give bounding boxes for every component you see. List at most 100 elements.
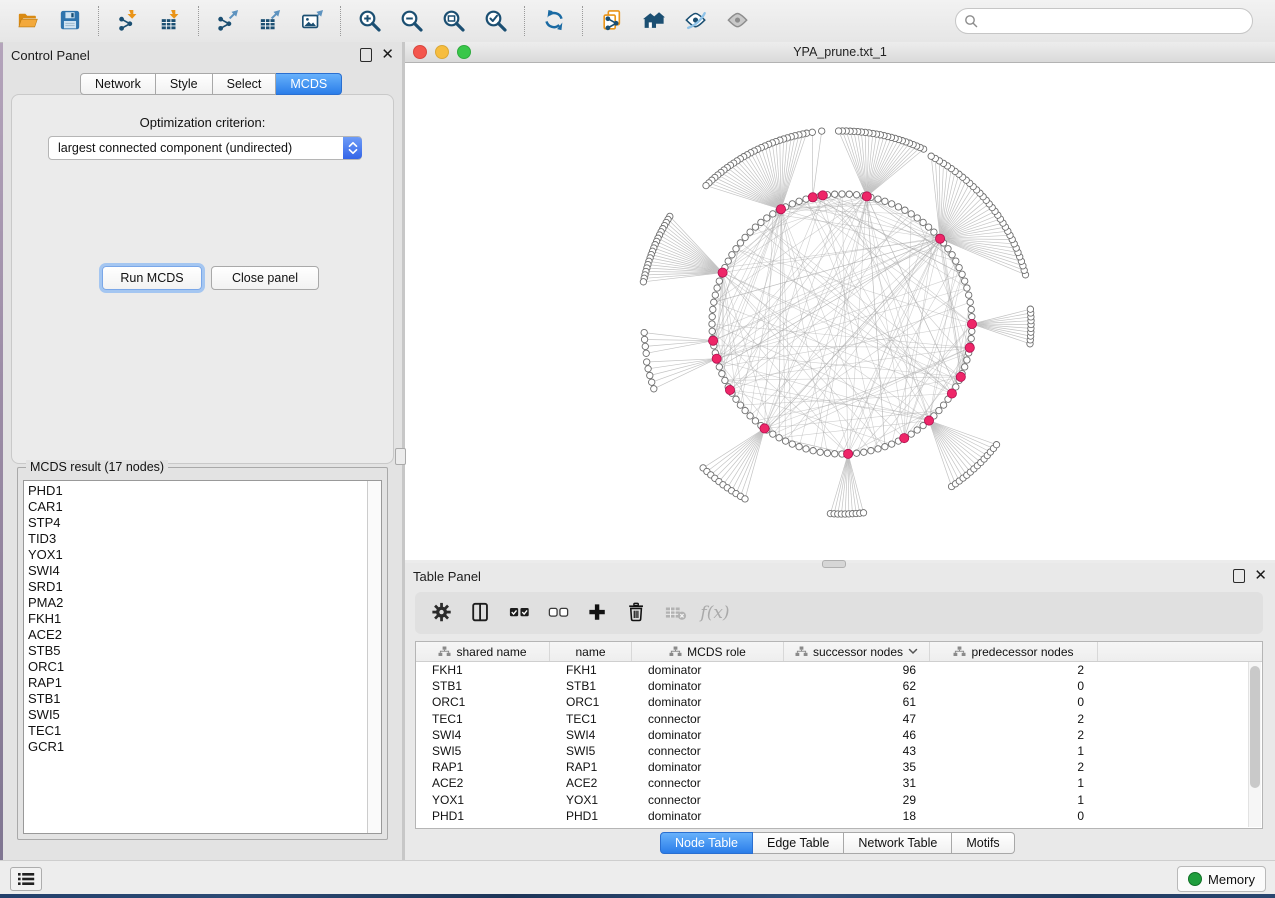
- table-row[interactable]: STB1STB1dominator620: [416, 678, 1262, 694]
- first-neighbors-button[interactable]: [637, 5, 671, 37]
- cell-predecessor-nodes[interactable]: 1: [930, 744, 1098, 758]
- table-row[interactable]: SWI4SWI4dominator462: [416, 727, 1262, 743]
- table-scrollbar[interactable]: [1248, 662, 1261, 827]
- cell-shared-name[interactable]: STB1: [416, 679, 550, 693]
- mcds-list-scrollbar[interactable]: [367, 481, 381, 833]
- cell-MCDS-role[interactable]: dominator: [632, 728, 784, 742]
- cell-predecessor-nodes[interactable]: 1: [930, 776, 1098, 790]
- select-all-button[interactable]: [506, 599, 534, 627]
- tab-network-table[interactable]: Network Table: [844, 832, 952, 854]
- table-row[interactable]: RAP1RAP1dominator352: [416, 759, 1262, 775]
- cell-successor-nodes[interactable]: 47: [784, 712, 930, 726]
- hide-selected-button[interactable]: [679, 5, 713, 37]
- search-box[interactable]: [955, 8, 1253, 34]
- mcds-result-item[interactable]: ACE2: [28, 627, 381, 643]
- cell-MCDS-role[interactable]: dominator: [632, 809, 784, 823]
- cell-shared-name[interactable]: RAP1: [416, 760, 550, 774]
- zoom-in-button[interactable]: [353, 5, 387, 37]
- float-window-icon[interactable]: [360, 48, 372, 62]
- cell-MCDS-role[interactable]: connector: [632, 712, 784, 726]
- panel-list-button[interactable]: [10, 867, 42, 891]
- columns-button[interactable]: [467, 599, 495, 627]
- cell-predecessor-nodes[interactable]: 0: [930, 679, 1098, 693]
- float-window-icon[interactable]: [1233, 569, 1245, 583]
- cell-shared-name[interactable]: PHD1: [416, 809, 550, 823]
- duplicate-network-button[interactable]: [595, 5, 629, 37]
- table-row[interactable]: SWI5SWI5connector431: [416, 743, 1262, 759]
- cell-MCDS-role[interactable]: connector: [632, 744, 784, 758]
- search-input[interactable]: [978, 13, 1244, 29]
- cell-name[interactable]: YOX1: [550, 793, 632, 807]
- table-row[interactable]: ACE2ACE2connector311: [416, 775, 1262, 791]
- settings-button[interactable]: [428, 599, 456, 627]
- cell-MCDS-role[interactable]: connector: [632, 793, 784, 807]
- add-button[interactable]: [584, 599, 612, 627]
- export-network-button[interactable]: [211, 5, 245, 37]
- run-mcds-button[interactable]: Run MCDS: [102, 266, 202, 290]
- cell-shared-name[interactable]: ORC1: [416, 695, 550, 709]
- deselect-all-button[interactable]: [545, 599, 573, 627]
- mcds-result-item[interactable]: GCR1: [28, 739, 381, 755]
- cell-shared-name[interactable]: SWI5: [416, 744, 550, 758]
- cell-shared-name[interactable]: ACE2: [416, 776, 550, 790]
- mcds-result-item[interactable]: TEC1: [28, 723, 381, 739]
- column-header-MCDS-role[interactable]: MCDS role: [632, 642, 784, 661]
- close-panel-icon[interactable]: ✕: [1254, 571, 1267, 581]
- save-session-button[interactable]: [53, 5, 87, 37]
- mcds-result-item[interactable]: PMA2: [28, 595, 381, 611]
- cell-successor-nodes[interactable]: 96: [784, 663, 930, 677]
- cell-successor-nodes[interactable]: 31: [784, 776, 930, 790]
- mcds-result-item[interactable]: ORC1: [28, 659, 381, 675]
- cell-successor-nodes[interactable]: 43: [784, 744, 930, 758]
- mcds-result-item[interactable]: SWI5: [28, 707, 381, 723]
- tab-mcds[interactable]: MCDS: [276, 73, 342, 95]
- cell-MCDS-role[interactable]: dominator: [632, 663, 784, 677]
- column-header-successor-nodes[interactable]: successor nodes: [784, 642, 930, 661]
- column-header-predecessor-nodes[interactable]: predecessor nodes: [930, 642, 1098, 661]
- cell-name[interactable]: STB1: [550, 679, 632, 693]
- open-file-button[interactable]: [11, 5, 45, 37]
- cell-successor-nodes[interactable]: 62: [784, 679, 930, 693]
- network-canvas[interactable]: [405, 63, 1275, 560]
- cell-shared-name[interactable]: FKH1: [416, 663, 550, 677]
- mcds-result-item[interactable]: SWI4: [28, 563, 381, 579]
- cell-predecessor-nodes[interactable]: 2: [930, 712, 1098, 726]
- mcds-result-item[interactable]: SRD1: [28, 579, 381, 595]
- mcds-result-item[interactable]: RAP1: [28, 675, 381, 691]
- cell-MCDS-role[interactable]: dominator: [632, 679, 784, 693]
- refresh-button[interactable]: [537, 5, 571, 37]
- cell-predecessor-nodes[interactable]: 2: [930, 728, 1098, 742]
- tab-network[interactable]: Network: [80, 73, 156, 95]
- cell-predecessor-nodes[interactable]: 1: [930, 793, 1098, 807]
- mcds-result-item[interactable]: STB5: [28, 643, 381, 659]
- export-image-button[interactable]: [295, 5, 329, 37]
- cell-name[interactable]: SWI5: [550, 744, 632, 758]
- tab-select[interactable]: Select: [213, 73, 277, 95]
- table-row[interactable]: PHD1PHD1dominator180: [416, 808, 1262, 824]
- cell-MCDS-role[interactable]: dominator: [632, 760, 784, 774]
- cell-predecessor-nodes[interactable]: 2: [930, 760, 1098, 774]
- mcds-result-list[interactable]: PHD1CAR1STP4TID3YOX1SWI4SRD1PMA2FKH1ACE2…: [23, 480, 382, 834]
- import-table-button[interactable]: [153, 5, 187, 37]
- cell-successor-nodes[interactable]: 61: [784, 695, 930, 709]
- cell-successor-nodes[interactable]: 18: [784, 809, 930, 823]
- network-graph[interactable]: [405, 63, 1275, 560]
- close-panel-button[interactable]: Close panel: [211, 266, 319, 290]
- vertical-splitter-handle[interactable]: [395, 448, 406, 465]
- cell-MCDS-role[interactable]: connector: [632, 776, 784, 790]
- mcds-result-item[interactable]: YOX1: [28, 547, 381, 563]
- tab-motifs[interactable]: Motifs: [952, 832, 1014, 854]
- cell-shared-name[interactable]: SWI4: [416, 728, 550, 742]
- cell-name[interactable]: TEC1: [550, 712, 632, 726]
- cell-name[interactable]: PHD1: [550, 809, 632, 823]
- cell-predecessor-nodes[interactable]: 2: [930, 663, 1098, 677]
- mcds-result-item[interactable]: CAR1: [28, 499, 381, 515]
- mcds-result-item[interactable]: STB1: [28, 691, 381, 707]
- export-table-button[interactable]: [253, 5, 287, 37]
- column-header-shared-name[interactable]: shared name: [416, 642, 550, 661]
- table-row[interactable]: TEC1TEC1connector472: [416, 711, 1262, 727]
- cell-shared-name[interactable]: YOX1: [416, 793, 550, 807]
- cell-name[interactable]: ACE2: [550, 776, 632, 790]
- import-network-button[interactable]: [111, 5, 145, 37]
- tab-edge-table[interactable]: Edge Table: [753, 832, 844, 854]
